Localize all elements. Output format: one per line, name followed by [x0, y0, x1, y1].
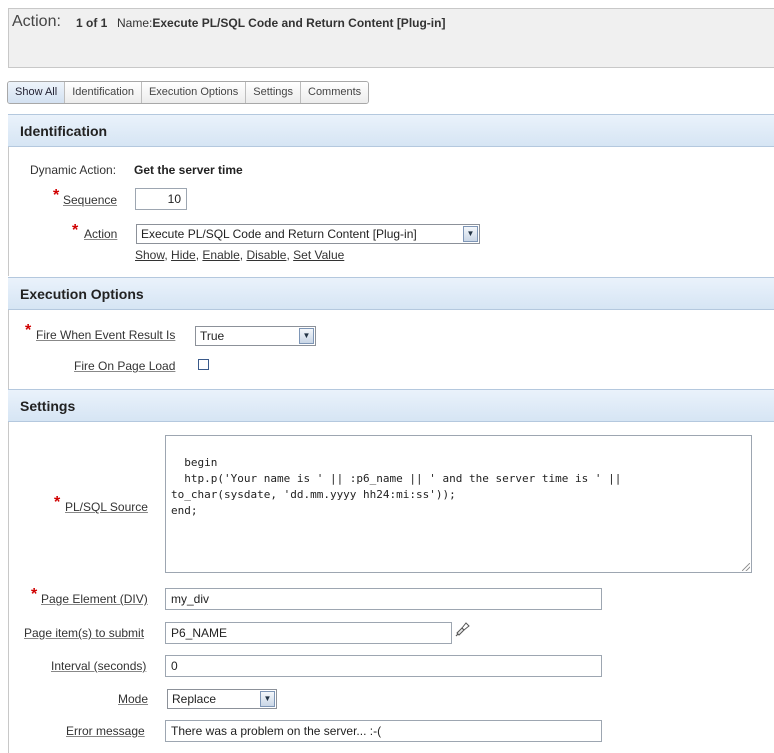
- required-marker: *: [25, 322, 32, 339]
- shortcut-disable[interactable]: Disable: [246, 248, 286, 262]
- settings-section-header: Settings: [8, 389, 774, 422]
- shortcut-enable[interactable]: Enable: [202, 248, 239, 262]
- items-submit-label[interactable]: Page item(s) to submit: [24, 626, 144, 640]
- fire-when-select-value: True: [200, 329, 225, 343]
- shortcut-hide[interactable]: Hide: [171, 248, 196, 262]
- fire-when-label[interactable]: Fire When Event Result Is: [36, 328, 175, 342]
- tab-comments[interactable]: Comments: [300, 82, 369, 103]
- chevron-down-icon[interactable]: ▼: [463, 226, 478, 242]
- dynamic-action-value: Get the server time: [134, 163, 243, 177]
- page-element-input[interactable]: my_div: [165, 588, 602, 610]
- mode-label[interactable]: Mode: [118, 692, 148, 706]
- identification-heading: Identification: [20, 123, 108, 139]
- execution-options-heading: Execution Options: [20, 286, 144, 302]
- mode-select-value: Replace: [172, 692, 217, 706]
- identification-section-body: [8, 147, 774, 276]
- fire-on-load-checkbox[interactable]: [198, 359, 209, 370]
- settings-heading: Settings: [20, 398, 76, 414]
- plsql-source-textarea[interactable]: begin htp.p('Your name is ' || :p6_name …: [165, 435, 752, 573]
- tab-settings[interactable]: Settings: [245, 82, 300, 103]
- tab-execution-options[interactable]: Execution Options: [140, 82, 246, 103]
- required-marker: *: [72, 222, 79, 239]
- record-count: 1 of 1: [76, 16, 108, 30]
- region-tabs: Show All Identification Execution Option…: [7, 81, 370, 104]
- execution-options-section-header: Execution Options: [8, 277, 774, 310]
- shortcut-show[interactable]: Show: [135, 248, 164, 262]
- action-shortcuts: Show, Hide, Enable, Disable, Set Value: [135, 248, 345, 262]
- action-name: Name:Execute PL/SQL Code and Return Cont…: [117, 16, 445, 30]
- resize-handle-icon[interactable]: [742, 563, 750, 571]
- interval-input[interactable]: 0: [165, 655, 602, 677]
- sequence-input[interactable]: 10: [135, 188, 187, 210]
- plsql-source-label[interactable]: PL/SQL Source: [65, 500, 148, 514]
- error-message-label[interactable]: Error message: [66, 724, 145, 738]
- execution-options-section-body: [8, 310, 774, 389]
- action-name-label: Name:: [117, 16, 153, 30]
- items-submit-input[interactable]: P6_NAME: [165, 622, 452, 644]
- chevron-down-icon[interactable]: ▼: [260, 691, 275, 707]
- action-select[interactable]: Execute PL/SQL Code and Return Content […: [136, 224, 480, 244]
- action-select-value: Execute PL/SQL Code and Return Content […: [141, 227, 417, 241]
- page-title: Action:: [12, 13, 61, 30]
- required-marker: *: [53, 187, 60, 204]
- page-element-label[interactable]: Page Element (DIV): [41, 592, 148, 606]
- mode-select[interactable]: Replace ▼: [167, 689, 277, 709]
- shortcut-set-value[interactable]: Set Value: [293, 248, 344, 262]
- sequence-label[interactable]: Sequence: [63, 193, 117, 207]
- action-label[interactable]: Action: [84, 227, 117, 241]
- fire-on-load-label[interactable]: Fire On Page Load: [74, 359, 175, 373]
- dynamic-action-label: Dynamic Action:: [30, 163, 117, 177]
- plsql-source-code: begin htp.p('Your name is ' || :p6_name …: [171, 456, 622, 517]
- required-marker: *: [31, 586, 38, 603]
- item-picker-icon[interactable]: [453, 620, 471, 638]
- action-name-value: Execute PL/SQL Code and Return Content […: [152, 16, 446, 30]
- required-marker: *: [54, 494, 61, 511]
- fire-when-select[interactable]: True ▼: [195, 326, 316, 346]
- identification-section-header: Identification: [8, 114, 774, 147]
- tab-identification[interactable]: Identification: [64, 82, 141, 103]
- interval-label[interactable]: Interval (seconds): [51, 659, 146, 673]
- error-message-input[interactable]: There was a problem on the server... :-(: [165, 720, 602, 742]
- chevron-down-icon[interactable]: ▼: [299, 328, 314, 344]
- tab-show-all[interactable]: Show All: [8, 82, 65, 103]
